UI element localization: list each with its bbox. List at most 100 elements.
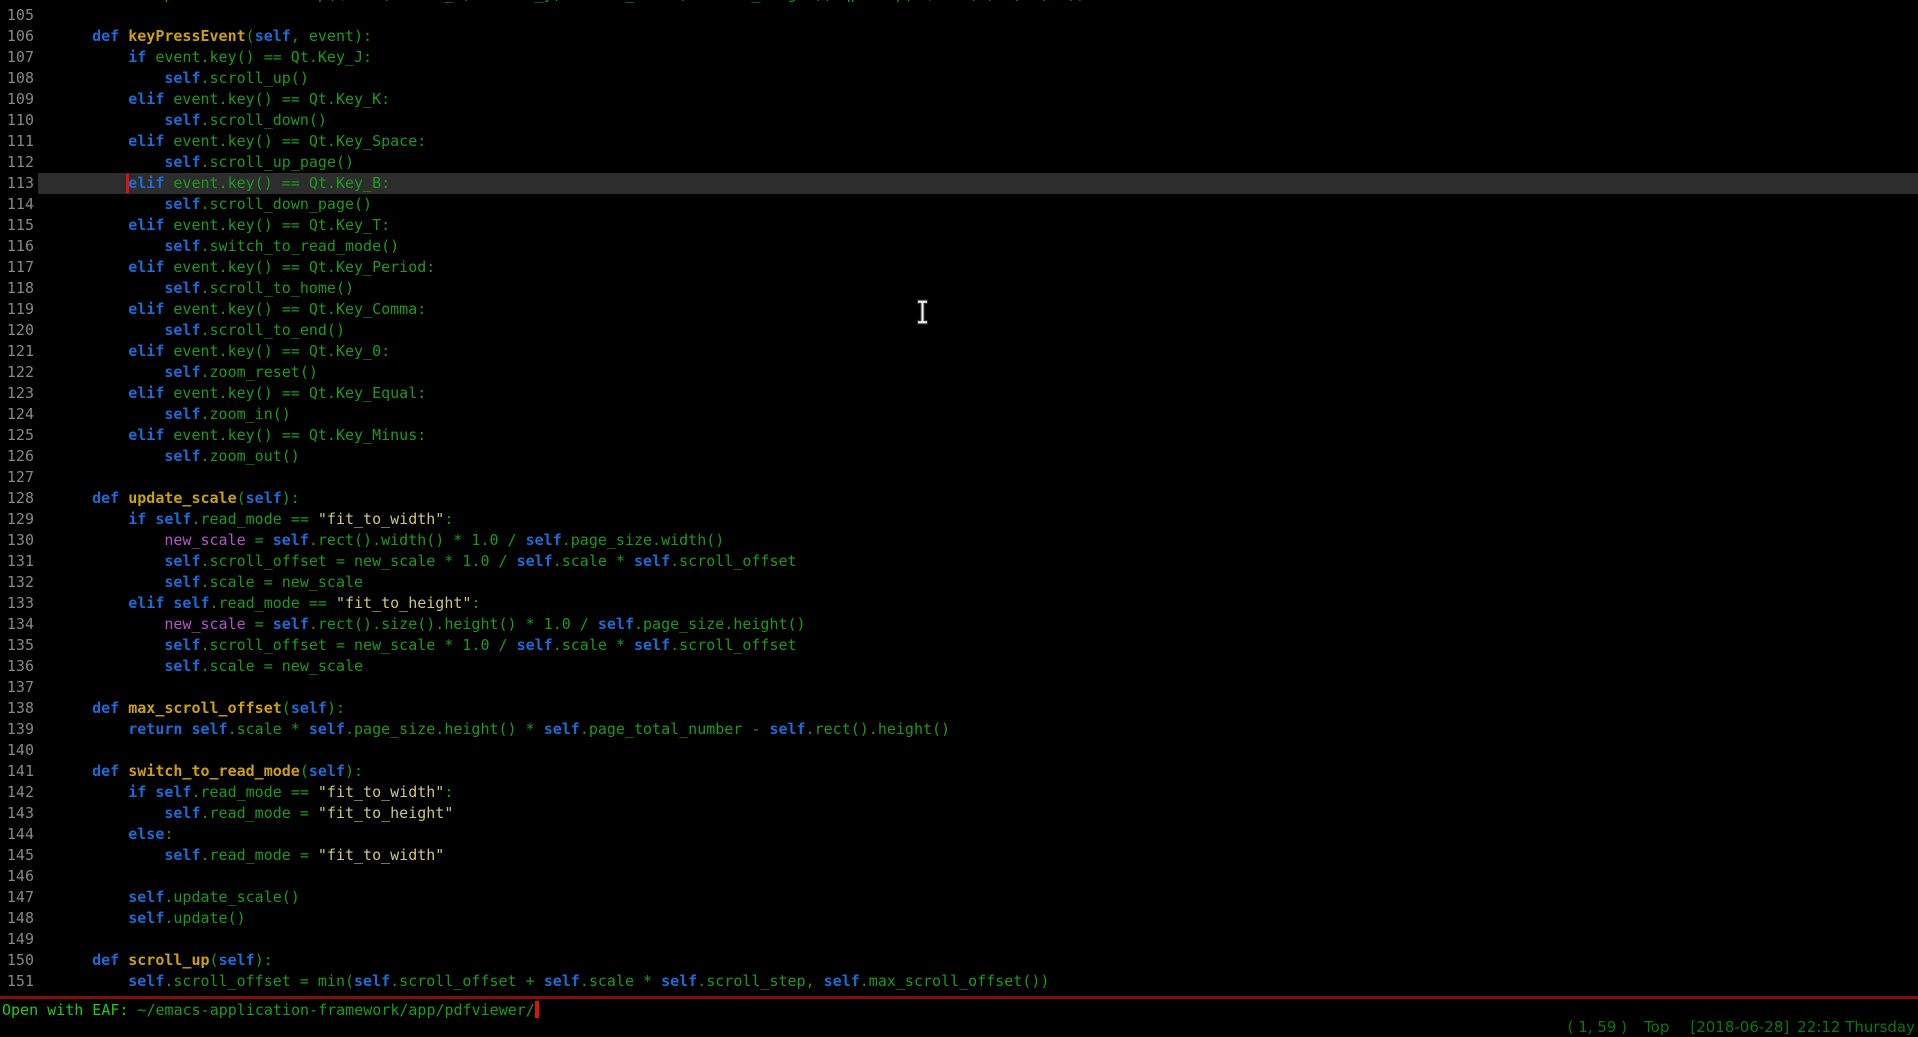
text-cursor — [126, 174, 129, 193]
code-line[interactable]: 146 — [0, 866, 1918, 887]
line-number: 121 — [0, 341, 56, 362]
emacs-frame: { "app": { "kind": "emacs-text-editor", … — [0, 0, 1918, 1037]
code-line[interactable]: 128 def update_scale(self): — [0, 488, 1918, 509]
line-number: 120 — [0, 320, 56, 341]
code-line[interactable]: 110 self.scroll_down() — [0, 110, 1918, 131]
code-line[interactable]: 125 elif event.key() == Qt.Key_Minus: — [0, 425, 1918, 446]
code-line[interactable]: 127 — [0, 467, 1918, 488]
code-line[interactable]: 124 self.zoom_in() — [0, 404, 1918, 425]
code-text: elif event.key() == Qt.Key_Minus: — [56, 426, 426, 444]
line-number: 122 — [0, 362, 56, 383]
code-line[interactable]: 150 def scroll_up(self): — [0, 950, 1918, 971]
code-line[interactable]: 137 — [0, 677, 1918, 698]
code-text: new_scale = self.rect().size().height() … — [56, 615, 806, 633]
modeline-separator — [0, 996, 1918, 999]
code-text: elif event.key() == Qt.Key_Equal: — [56, 384, 426, 402]
line-number: 133 — [0, 593, 56, 614]
code-text: painter.drawPixmap(QRect(render_x, rende… — [56, 0, 1086, 3]
code-text: if self.read_mode == "fit_to_width": — [56, 783, 453, 801]
code-text: new_scale = self.rect().width() * 1.0 / … — [56, 531, 724, 549]
code-line[interactable]: 114 self.scroll_down_page() — [0, 194, 1918, 215]
code-line[interactable]: 121 elif event.key() == Qt.Key_0: — [0, 341, 1918, 362]
code-text: def switch_to_read_mode(self): — [56, 762, 363, 780]
code-text: def max_scroll_offset(self): — [56, 699, 345, 717]
line-number: 128 — [0, 488, 56, 509]
line-number: 148 — [0, 908, 56, 929]
code-line[interactable]: 133 elif self.read_mode == "fit_to_heigh… — [0, 593, 1918, 614]
line-number: 107 — [0, 47, 56, 68]
code-line[interactable]: 115 elif event.key() == Qt.Key_T: — [0, 215, 1918, 236]
line-number: 129 — [0, 509, 56, 530]
minibuffer-input[interactable]: ~/emacs-application-framework/app/pdfvie… — [137, 1001, 534, 1019]
code-line[interactable]: 135 self.scroll_offset = new_scale * 1.0… — [0, 635, 1918, 656]
code-line[interactable]: 143 self.read_mode = "fit_to_height" — [0, 803, 1918, 824]
code-text: def keyPressEvent(self, event): — [56, 27, 372, 45]
code-text: self.scroll_to_end() — [56, 321, 345, 339]
line-number: 117 — [0, 257, 56, 278]
line-number: 147 — [0, 887, 56, 908]
code-line[interactable]: 151 self.scroll_offset = min(self.scroll… — [0, 971, 1918, 992]
code-line[interactable]: 140 — [0, 740, 1918, 761]
code-line[interactable]: 142 if self.read_mode == "fit_to_width": — [0, 782, 1918, 803]
code-line[interactable]: 149 — [0, 929, 1918, 950]
code-text: self.scroll_offset = new_scale * 1.0 / s… — [56, 636, 797, 654]
code-line[interactable]: 134 new_scale = self.rect().size().heigh… — [0, 614, 1918, 635]
code-line[interactable]: 116 self.switch_to_read_mode() — [0, 236, 1918, 257]
line-number: 135 — [0, 635, 56, 656]
code-line[interactable]: 126 self.zoom_out() — [0, 446, 1918, 467]
code-text: self.scroll_down_page() — [56, 195, 372, 213]
code-line[interactable]: 148 self.update() — [0, 908, 1918, 929]
minibuffer[interactable]: Open with EAF: ~/emacs-application-frame… — [2, 1000, 539, 1021]
code-line[interactable]: 129 if self.read_mode == "fit_to_width": — [0, 509, 1918, 530]
line-number: 127 — [0, 467, 56, 488]
code-line[interactable]: 147 self.update_scale() — [0, 887, 1918, 908]
code-text: self.scroll_to_home() — [56, 279, 354, 297]
line-number: 132 — [0, 572, 56, 593]
line-number: 105 — [0, 5, 56, 26]
code-line[interactable]: 123 elif event.key() == Qt.Key_Equal: — [0, 383, 1918, 404]
code-line[interactable]: 113 elif event.key() == Qt.Key_B: — [0, 173, 1918, 194]
code-line[interactable]: 144 else: — [0, 824, 1918, 845]
code-buffer[interactable]: painter.drawPixmap(QRect(render_x, rende… — [0, 0, 1918, 992]
code-line[interactable]: 131 self.scroll_offset = new_scale * 1.0… — [0, 551, 1918, 572]
code-line[interactable]: 118 self.scroll_to_home() — [0, 278, 1918, 299]
code-line[interactable]: 136 self.scale = new_scale — [0, 656, 1918, 677]
code-line[interactable]: 112 self.scroll_up_page() — [0, 152, 1918, 173]
status-info: ( 1, 59 ) Top [2018-06-28] 22:12 Thursda… — [1568, 1018, 1915, 1036]
code-text: self.zoom_out() — [56, 447, 300, 465]
code-line[interactable]: 132 self.scale = new_scale — [0, 572, 1918, 593]
line-number: 149 — [0, 929, 56, 950]
code-line[interactable]: 141 def switch_to_read_mode(self): — [0, 761, 1918, 782]
scroll-indicator: Top — [1644, 1018, 1669, 1036]
status-day-name: Thursday — [1845, 1018, 1915, 1036]
line-number: 144 — [0, 824, 56, 845]
code-line[interactable]: 105 — [0, 5, 1918, 26]
code-text: def scroll_up(self): — [56, 951, 273, 969]
code-line[interactable]: 120 self.scroll_to_end() — [0, 320, 1918, 341]
line-number: 138 — [0, 698, 56, 719]
code-line[interactable]: 119 elif event.key() == Qt.Key_Comma: — [0, 299, 1918, 320]
code-line[interactable]: 106 def keyPressEvent(self, event): — [0, 26, 1918, 47]
line-number: 116 — [0, 236, 56, 257]
line-number: 141 — [0, 761, 56, 782]
code-text: self.scale = new_scale — [56, 573, 363, 591]
line-number: 108 — [0, 68, 56, 89]
code-text: self.read_mode = "fit_to_height" — [56, 804, 453, 822]
line-number: 110 — [0, 110, 56, 131]
code-line[interactable]: 145 self.read_mode = "fit_to_width" — [0, 845, 1918, 866]
code-line[interactable]: 117 elif event.key() == Qt.Key_Period: — [0, 257, 1918, 278]
code-text: elif event.key() == Qt.Key_B: — [56, 174, 390, 192]
cursor-position: ( 1, 59 ) — [1568, 1018, 1627, 1036]
code-line[interactable]: 111 elif event.key() == Qt.Key_Space: — [0, 131, 1918, 152]
line-number: 126 — [0, 446, 56, 467]
code-text: elif event.key() == Qt.Key_T: — [56, 216, 390, 234]
code-line[interactable]: 109 elif event.key() == Qt.Key_K: — [0, 89, 1918, 110]
code-line[interactable]: 107 if event.key() == Qt.Key_J: — [0, 47, 1918, 68]
code-line[interactable]: 108 self.scroll_up() — [0, 68, 1918, 89]
line-number: 113 — [0, 173, 56, 194]
code-line[interactable]: 138 def max_scroll_offset(self): — [0, 698, 1918, 719]
code-line[interactable]: 122 self.zoom_reset() — [0, 362, 1918, 383]
code-line[interactable]: 130 new_scale = self.rect().width() * 1.… — [0, 530, 1918, 551]
code-text: self.zoom_reset() — [56, 363, 318, 381]
code-line[interactable]: 139 return self.scale * self.page_size.h… — [0, 719, 1918, 740]
